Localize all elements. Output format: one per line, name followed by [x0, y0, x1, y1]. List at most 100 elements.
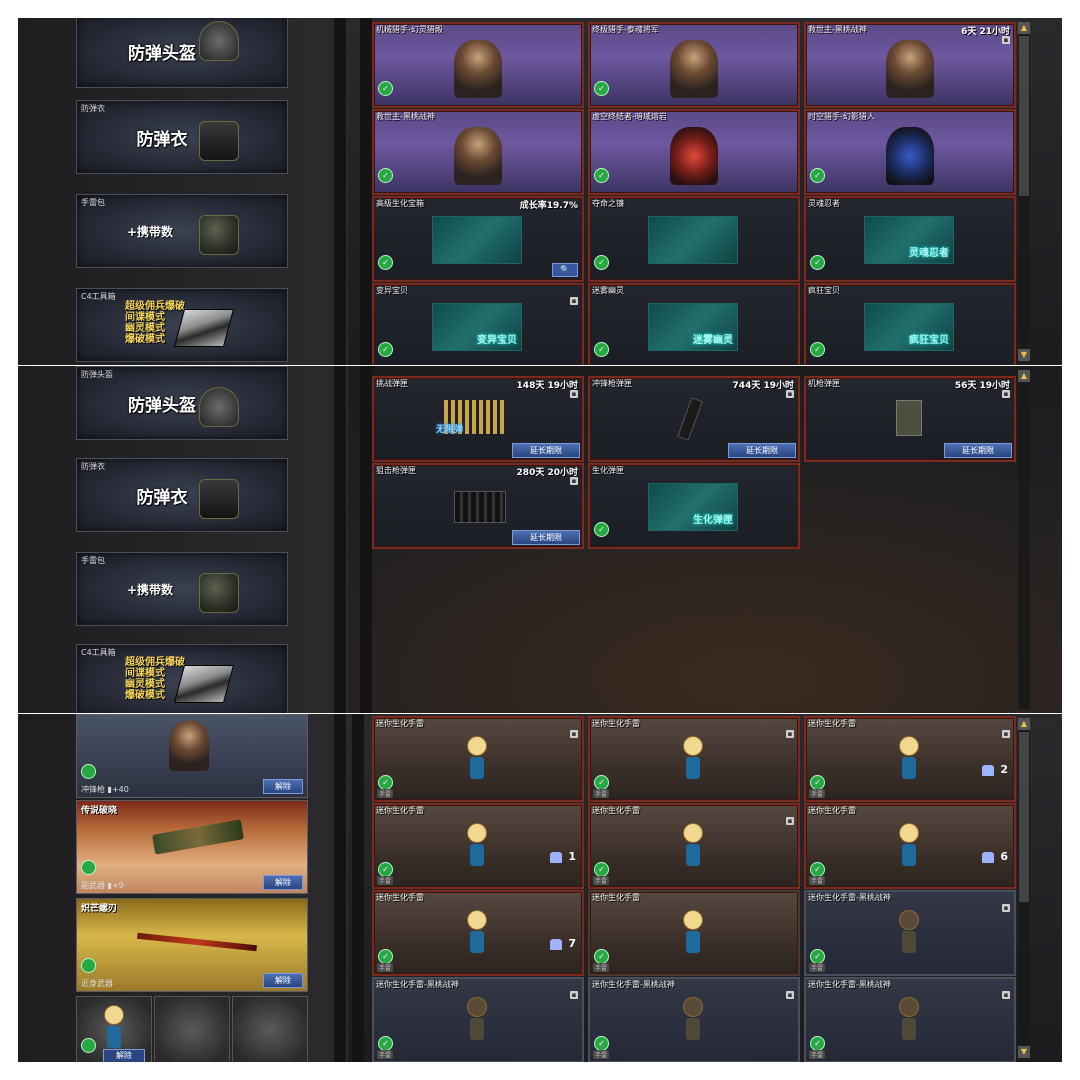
- card-name: 迷你生化手雷: [592, 719, 640, 728]
- card-name: 终极猎手-泰魂将军: [592, 25, 659, 34]
- character-card[interactable]: 机械猎手-幻灵猎殿 ✓: [372, 22, 584, 108]
- magazine-card[interactable]: 生化弹匣 生化弹匣 ✓: [588, 463, 800, 549]
- scroll-up-icon[interactable]: ▲: [1018, 370, 1030, 382]
- scrollbar[interactable]: ▲: [1018, 370, 1030, 709]
- grenade-pack-card[interactable]: 手雷包 +携带数: [76, 194, 288, 268]
- owned-badge-icon: ✓: [810, 862, 825, 877]
- mode-line: 超级佣兵爆破: [125, 301, 185, 312]
- extend-button[interactable]: 延长期限: [944, 443, 1012, 458]
- card-name: 迷雾幽灵: [592, 286, 624, 295]
- owned-badge-icon: ✓: [378, 775, 393, 790]
- grenade-image: [466, 910, 488, 954]
- character-card[interactable]: 终极猎手-泰魂将军 ✓: [588, 22, 800, 108]
- item-image: 疯狂宝贝: [864, 303, 954, 351]
- list-divider: [360, 18, 372, 365]
- character-portrait: [886, 127, 934, 185]
- grenade-card[interactable]: 迷你生化手雷-黑桃战神 ▪ ✓ 手雷: [804, 890, 1016, 976]
- item-card[interactable]: 灵魂忍者 灵魂忍者 ✓: [804, 196, 1016, 282]
- lock-icon: ▪: [1002, 904, 1010, 912]
- category-tag: 手雷: [809, 963, 826, 972]
- grenade-card[interactable]: 迷你生化手雷 ✓ 7 手雷: [372, 890, 584, 976]
- grenade-card[interactable]: 迷你生化手雷-黑桃战神 ▪ ✓ 手雷: [804, 977, 1016, 1062]
- mode-line: 间谍模式: [125, 668, 165, 679]
- lock-icon: ▪: [570, 390, 578, 398]
- grenade-image: [898, 997, 920, 1041]
- vest-card[interactable]: 防弹衣 防弹衣: [76, 100, 288, 174]
- grenade-card[interactable]: 迷你生化手雷 ✓ 6 手雷: [804, 803, 1016, 889]
- owned-badge-icon: ✓: [378, 342, 393, 357]
- character-card[interactable]: 时空猎手-幻影猎人 ✓: [804, 109, 1016, 195]
- helmet-card[interactable]: 防弹头盔: [76, 18, 288, 88]
- grenade-card[interactable]: 迷你生化手雷 ▪ ✓ 2 手雷: [804, 716, 1016, 802]
- c4-kit-label: C4工具箱: [81, 648, 116, 657]
- scrollbar[interactable]: ▲ ▼: [1018, 718, 1030, 1058]
- scrollbar[interactable]: ▲ ▼: [1018, 22, 1030, 361]
- card-name: 高级生化宝箱: [376, 199, 424, 208]
- search-icon[interactable]: 🔍: [552, 263, 578, 277]
- item-card[interactable]: 迷雾幽灵 迷雾幽灵 ✓: [588, 283, 800, 365]
- grenade-pack-card[interactable]: 手雷包 +携带数: [76, 552, 288, 626]
- helmet-card[interactable]: 防弹头盔 防弹头盔: [76, 366, 288, 440]
- equipped-melee-card[interactable]: 炽芒螺刃 近身武器 解除: [76, 898, 308, 992]
- scroll-down-icon[interactable]: ▼: [1018, 1046, 1030, 1058]
- unequip-button[interactable]: 解除: [263, 973, 303, 988]
- empty-slot[interactable]: [154, 996, 230, 1062]
- unequip-button[interactable]: 解除: [263, 875, 303, 890]
- owned-badge-icon: ✓: [594, 1036, 609, 1051]
- category-tag: 手雷: [809, 1050, 826, 1059]
- extend-button[interactable]: 延长期限: [728, 443, 796, 458]
- owned-badge-icon: ✓: [378, 168, 393, 183]
- card-name: 迷你生化手雷: [808, 806, 856, 815]
- extend-button[interactable]: 延长期限: [512, 443, 580, 458]
- scroll-up-icon[interactable]: ▲: [1018, 718, 1030, 730]
- magazine-card[interactable]: 狙击枪弹匣 280天 20小时 ▪ 延长期限: [372, 463, 584, 549]
- equipped-primary-card[interactable]: 冲锋枪 ▮+40 解除: [76, 714, 308, 798]
- grenade-pack-label: 手雷包: [81, 198, 105, 207]
- c4-kit-card[interactable]: C4工具箱 超级佣兵爆破 间谍模式 幽灵模式 爆破模式: [76, 644, 288, 713]
- category-tag: 手雷: [593, 963, 610, 972]
- item-card[interactable]: 夺命之镰 ✓: [588, 196, 800, 282]
- grenade-card[interactable]: 迷你生化手雷 ▪ ✓ 手雷: [372, 716, 584, 802]
- grenade-card[interactable]: 迷你生化手雷 ▪ ✓ 手雷: [588, 716, 800, 802]
- unequip-button[interactable]: 解除: [263, 779, 303, 794]
- empty-slot[interactable]: [232, 996, 308, 1062]
- character-card[interactable]: 救世主-黑桃战神 6天 21小时 ▪: [804, 22, 1016, 108]
- grenade-slot[interactable]: 解除: [76, 996, 152, 1062]
- magazine-card[interactable]: 冲锋枪弹匣 744天 19小时 ▪ 延长期限: [588, 376, 800, 462]
- item-card[interactable]: 疯狂宝贝 疯狂宝贝 ✓: [804, 283, 1016, 365]
- unequip-button[interactable]: 解除: [103, 1049, 145, 1062]
- lock-icon: ▪: [1002, 730, 1010, 738]
- item-card[interactable]: 变异宝贝 ▪ 变异宝贝 ✓: [372, 283, 584, 365]
- magazine-card[interactable]: 机枪弹匣 56天 19小时 ▪ 延长期限: [804, 376, 1016, 462]
- card-name: 迷你生化手雷: [592, 893, 640, 902]
- grenade-card[interactable]: 迷你生化手雷 ✓ 手雷: [588, 890, 800, 976]
- owned-badge-icon: [81, 1038, 96, 1053]
- item-image-text: 迷雾幽灵: [693, 335, 733, 346]
- grenade-card[interactable]: 迷你生化手雷-黑桃战神 ▪ ✓ 手雷: [372, 977, 584, 1062]
- character-card[interactable]: 虚空终结者-暗域熔岩 ✓: [588, 109, 800, 195]
- scroll-up-icon[interactable]: ▲: [1018, 22, 1030, 34]
- item-card[interactable]: 高级生化宝箱 成长率19.7% ✓ 🔍: [372, 196, 584, 282]
- scroll-thumb[interactable]: [1019, 732, 1029, 902]
- grenade-pack-title: +携带数: [127, 225, 174, 239]
- owned-badge-icon: ✓: [594, 342, 609, 357]
- category-tag: 手雷: [809, 876, 826, 885]
- magazine-image: [896, 400, 922, 436]
- magazine-card[interactable]: 挑战弹匣 148天 19小时 ▪ 无限弹 延长期限: [372, 376, 584, 462]
- card-name: 狙击枪弹匣: [376, 466, 416, 475]
- card-name: 迷你生化手雷: [376, 806, 424, 815]
- weapon-type: 近身武器: [81, 979, 113, 988]
- weapon-image: [151, 819, 245, 855]
- vest-card[interactable]: 防弹衣 防弹衣: [76, 458, 288, 532]
- grenade-card[interactable]: 迷你生化手雷 ▪ ✓ 手雷: [588, 803, 800, 889]
- equipped-secondary-card[interactable]: 传说破晓 副武器 ▮+9 解除: [76, 800, 308, 894]
- scroll-down-icon[interactable]: ▼: [1018, 349, 1030, 361]
- character-card[interactable]: 救世主-黑桃战神 ✓: [372, 109, 584, 195]
- grenade-card[interactable]: 迷你生化手雷-黑桃战神 ▪ ✓ 手雷: [588, 977, 800, 1062]
- scroll-thumb[interactable]: [1019, 36, 1029, 196]
- c4-kit-card[interactable]: C4工具箱 超级佣兵爆破 间谍模式 幽灵模式 爆破模式: [76, 288, 288, 362]
- owned-badge-icon: ✓: [378, 1036, 393, 1051]
- extend-button[interactable]: 延长期限: [512, 530, 580, 545]
- mode-line: 超级佣兵爆破: [125, 657, 185, 668]
- grenade-card[interactable]: 迷你生化手雷 ✓ 1 手雷: [372, 803, 584, 889]
